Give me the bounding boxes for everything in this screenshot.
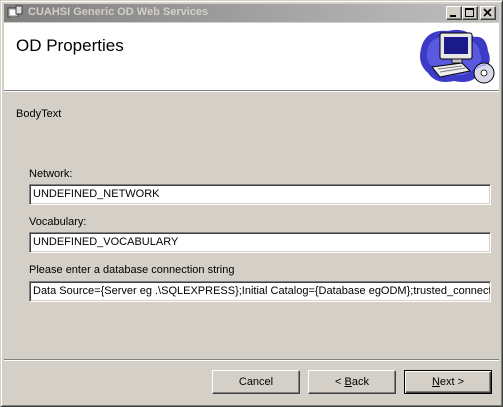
- minimize-icon: [450, 15, 456, 17]
- installer-window: CUAHSI Generic OD Web Services OD Proper…: [0, 0, 503, 407]
- back-button-mnemonic: B: [344, 376, 352, 388]
- next-button-mnemonic: N: [431, 376, 440, 388]
- body-text: BodyText: [16, 108, 62, 120]
- page-title: OD Properties: [16, 36, 124, 55]
- connection-string-label: Please enter a database connection strin…: [29, 264, 235, 276]
- back-button-prefix: <: [335, 376, 345, 388]
- vocabulary-input[interactable]: UNDEFINED_VOCABULARY: [29, 232, 491, 253]
- network-input[interactable]: UNDEFINED_NETWORK: [29, 184, 491, 205]
- title-bar[interactable]: CUAHSI Generic OD Web Services: [4, 4, 499, 22]
- window-title: CUAHSI Generic OD Web Services: [28, 6, 209, 18]
- close-button[interactable]: [480, 6, 496, 20]
- banner-divider: [4, 90, 499, 92]
- computer-with-cd-icon: [420, 29, 495, 84]
- network-label: Network:: [29, 168, 73, 180]
- maximize-button[interactable]: [462, 6, 478, 20]
- maximize-icon: [465, 8, 474, 17]
- connection-string-input[interactable]: Data Source={Server eg .\SQLEXPRESS};Ini…: [29, 281, 491, 302]
- close-icon: [483, 8, 492, 17]
- back-button[interactable]: < Back: [308, 370, 396, 394]
- vocabulary-label: Vocabulary:: [29, 216, 87, 228]
- minimize-button[interactable]: [446, 6, 462, 20]
- installer-app-icon: [7, 5, 23, 20]
- next-button-label: ext >: [439, 376, 465, 388]
- header-banner: OD Properties: [4, 23, 499, 90]
- next-button[interactable]: Next >: [404, 370, 492, 394]
- cancel-button[interactable]: Cancel: [212, 370, 300, 394]
- back-button-label: ack: [351, 376, 369, 388]
- button-area-divider: [4, 359, 499, 361]
